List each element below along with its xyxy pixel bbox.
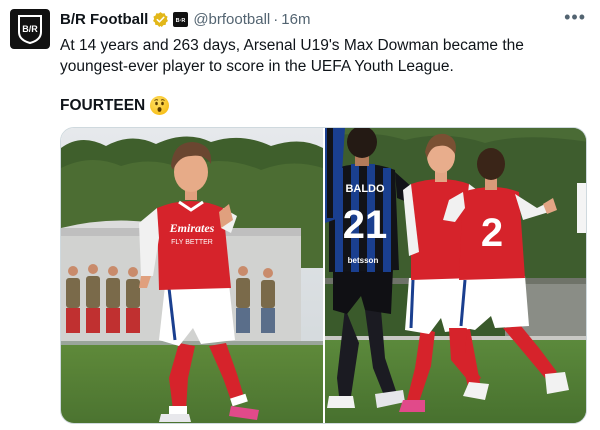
- br-logo-icon: B/R: [18, 15, 42, 45]
- avatar[interactable]: B/R: [10, 9, 50, 49]
- tweet-text: At 14 years and 263 days, Arsenal U19's …: [60, 37, 524, 75]
- player-name-text: BALDO: [345, 183, 385, 195]
- separator-dot: ·: [273, 10, 279, 28]
- affiliate-badge-icon[interactable]: B·R: [173, 11, 189, 27]
- photo-dowman-celebrating[interactable]: Emirates FLY BETTER: [61, 128, 323, 423]
- shirt-sponsor-subtext: FLY BETTER: [171, 239, 213, 246]
- tweet-emphasis-line: FOURTEEN: [60, 96, 170, 115]
- media-grid: Emirates FLY BETTER BALDO 21 betsson 2: [60, 127, 587, 424]
- timestamp[interactable]: 16m: [281, 11, 310, 28]
- photo-dowman-with-teammate[interactable]: BALDO 21 betsson 2: [325, 128, 586, 423]
- handle[interactable]: @brfootball: [193, 11, 270, 28]
- svg-text:B/R: B/R: [22, 24, 38, 34]
- shirt-sponsor-text: Emirates: [169, 221, 215, 235]
- astonished-face-icon: [150, 96, 170, 115]
- display-name[interactable]: B/R Football: [60, 11, 148, 28]
- more-options-icon[interactable]: •••: [564, 7, 586, 28]
- emphasis-text: FOURTEEN: [60, 96, 146, 114]
- svg-text:B·R: B·R: [176, 18, 186, 24]
- verified-badge-icon[interactable]: [152, 11, 169, 28]
- sleeve-number-text: 2: [481, 211, 503, 255]
- tweet-header: B/R Football B·R @brfootball · 16m: [60, 10, 310, 28]
- shorts-sponsor-text: betsson: [348, 256, 379, 265]
- player-number-text: 21: [343, 203, 388, 247]
